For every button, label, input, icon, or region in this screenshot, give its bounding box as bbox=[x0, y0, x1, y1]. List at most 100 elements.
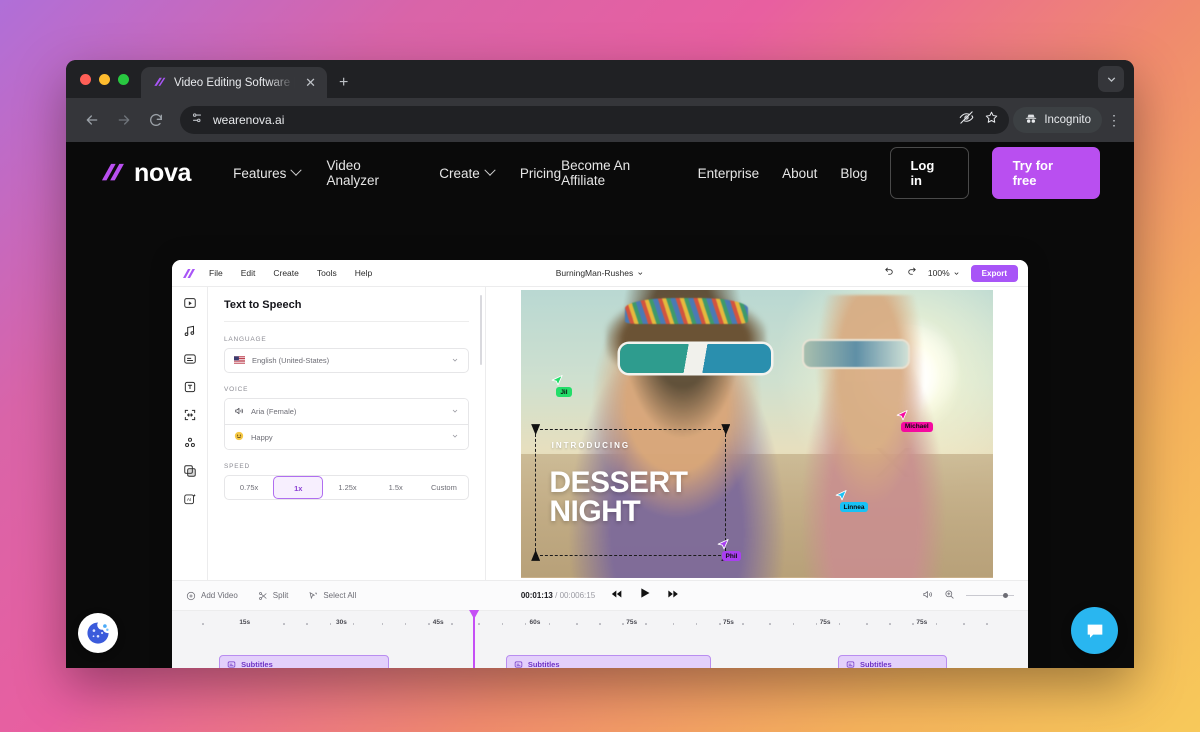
nav-link-create[interactable]: Create bbox=[439, 164, 496, 181]
text-icon[interactable] bbox=[182, 379, 197, 394]
timeline-clip[interactable]: Subtitles bbox=[505, 655, 712, 668]
add-video-button[interactable]: Add Video bbox=[186, 591, 238, 601]
zoom-level-dropdown[interactable]: 100% bbox=[928, 268, 960, 278]
select-all-label: Select All bbox=[323, 591, 357, 600]
us-flag-icon bbox=[234, 355, 245, 366]
login-button[interactable]: Log in bbox=[890, 147, 969, 199]
project-name-dropdown[interactable]: BurningMan-Rushes bbox=[556, 268, 644, 278]
voice-select[interactable]: Aria (Female) bbox=[225, 399, 468, 424]
timeline-clip[interactable]: Subtitles bbox=[837, 655, 947, 668]
editor-body: AI Text to Speech LANGUAGE English (Unit bbox=[172, 287, 1028, 580]
chat-support-button[interactable] bbox=[1071, 607, 1118, 654]
menu-file[interactable]: File bbox=[209, 268, 223, 278]
chevron-down-icon bbox=[290, 164, 303, 176]
chevron-down-icon[interactable] bbox=[1098, 66, 1124, 92]
magnifier-plus-icon[interactable] bbox=[944, 587, 955, 605]
ruler-label: 15s bbox=[239, 619, 251, 626]
ai-icon[interactable]: AI bbox=[182, 491, 197, 506]
kebab-menu-icon[interactable]: ⋮ bbox=[1106, 112, 1122, 129]
collab-cursor-linnea: Linnea bbox=[833, 488, 869, 513]
nav-link-features[interactable]: Features bbox=[233, 164, 303, 181]
site-content: nova Features Video Analyzer Create Pric… bbox=[66, 142, 1134, 668]
menu-tools[interactable]: Tools bbox=[317, 268, 337, 278]
tune-icon[interactable] bbox=[190, 111, 204, 130]
ruler-label: 45s bbox=[432, 619, 444, 626]
subtitles-icon[interactable] bbox=[182, 351, 197, 366]
brand[interactable]: nova bbox=[100, 159, 191, 188]
nav-link-about[interactable]: About bbox=[782, 166, 817, 181]
rewind-icon[interactable] bbox=[611, 587, 623, 605]
play-icon[interactable] bbox=[638, 586, 652, 605]
transform-icon[interactable] bbox=[182, 407, 197, 422]
split-button[interactable]: Split bbox=[258, 591, 288, 601]
subtitles-track[interactable]: Subtitles Subtitles Subtitles bbox=[172, 655, 1028, 668]
select-all-button[interactable]: Select All bbox=[308, 591, 356, 601]
redo-icon[interactable] bbox=[906, 264, 917, 282]
arrow-right-icon[interactable] bbox=[110, 106, 138, 134]
menu-help[interactable]: Help bbox=[355, 268, 372, 278]
panel-scrollbar[interactable] bbox=[479, 295, 482, 365]
reload-icon[interactable] bbox=[142, 106, 170, 134]
menu-create[interactable]: Create bbox=[273, 268, 299, 278]
divider bbox=[224, 321, 469, 322]
editor-app-mock: File Edit Create Tools Help BurningMan-R… bbox=[172, 260, 1028, 668]
plus-icon[interactable]: + bbox=[339, 75, 348, 91]
language-select[interactable]: English (United-States) bbox=[224, 348, 469, 373]
speed-option-1x[interactable]: 1x bbox=[273, 476, 324, 499]
eye-off-icon[interactable] bbox=[959, 110, 974, 130]
arrow-left-icon[interactable] bbox=[78, 106, 106, 134]
nav-link-label: Video Analyzer bbox=[326, 158, 379, 188]
url-bar[interactable]: wearenova.ai bbox=[180, 106, 1010, 134]
secondary-nav: Become An Affiliate Enterprise About Blo… bbox=[561, 147, 1100, 199]
ruler-label: 75s bbox=[916, 619, 928, 626]
panel-title: Text to Speech bbox=[224, 299, 302, 311]
ruler-label: 60s bbox=[529, 619, 541, 626]
video-canvas[interactable]: INTRODUCING DESSERT NIGHT Jil Michael Li… bbox=[521, 289, 993, 578]
nav-link-enterprise[interactable]: Enterprise bbox=[698, 166, 760, 181]
try-for-free-button[interactable]: Try for free bbox=[991, 147, 1100, 199]
add-video-label: Add Video bbox=[201, 591, 238, 600]
browser-tab[interactable]: Video Editing Software | Simp ✕ bbox=[141, 67, 327, 98]
timeline-zoom-slider[interactable] bbox=[966, 592, 1014, 599]
nova-logo-icon bbox=[152, 76, 166, 90]
person-left-sunglasses bbox=[620, 344, 772, 374]
cookie-icon bbox=[87, 622, 109, 644]
minimize-window-button[interactable] bbox=[99, 73, 110, 85]
nav-link-pricing[interactable]: Pricing bbox=[520, 166, 561, 181]
speed-option-15x[interactable]: 1.5x bbox=[372, 476, 420, 499]
timeline-ruler[interactable]: 15s 30s 45s 60s 75s 75s 75s 75s bbox=[172, 611, 1028, 639]
music-icon[interactable] bbox=[182, 323, 197, 338]
nav-link-affiliate[interactable]: Become An Affiliate bbox=[561, 158, 675, 188]
collab-cursor-phil: Phil bbox=[715, 537, 742, 562]
timeline-clip[interactable]: Subtitles bbox=[219, 655, 389, 668]
speed-option-075x[interactable]: 0.75x bbox=[225, 476, 273, 499]
chevron-down-icon bbox=[484, 164, 496, 176]
total-time: 00:006:15 bbox=[559, 591, 596, 600]
timeline-playhead[interactable] bbox=[473, 611, 475, 668]
nav-link-video-analyzer[interactable]: Video Analyzer bbox=[326, 158, 413, 188]
maximize-window-button[interactable] bbox=[118, 73, 129, 85]
overlay-icon[interactable] bbox=[182, 463, 197, 478]
timeline-zoom-knob[interactable] bbox=[1002, 592, 1008, 599]
export-button[interactable]: Export bbox=[970, 264, 1018, 282]
fast-forward-icon[interactable] bbox=[667, 587, 679, 605]
speed-label: SPEED bbox=[224, 463, 251, 470]
speaker-icon[interactable] bbox=[922, 587, 933, 605]
close-window-button[interactable] bbox=[80, 73, 91, 85]
menu-edit[interactable]: Edit bbox=[241, 268, 256, 278]
playback-bar: Add Video Split Select All 00:01:13 / 00… bbox=[172, 580, 1028, 610]
overlay-title-line2: NIGHT bbox=[549, 495, 641, 529]
undo-icon[interactable] bbox=[884, 264, 895, 282]
close-icon[interactable]: ✕ bbox=[303, 74, 318, 91]
nav-link-blog[interactable]: Blog bbox=[840, 166, 867, 181]
speed-option-125x[interactable]: 1.25x bbox=[323, 476, 371, 499]
window-traffic-lights[interactable] bbox=[76, 60, 141, 98]
speed-option-custom[interactable]: Custom bbox=[420, 476, 468, 499]
timeline[interactable]: 15s 30s 45s 60s 75s 75s 75s 75s Subtitle… bbox=[172, 610, 1028, 668]
cookie-consent-button[interactable] bbox=[78, 613, 118, 653]
emotion-select[interactable]: Happy bbox=[225, 424, 468, 449]
star-icon[interactable] bbox=[984, 110, 999, 130]
elements-icon[interactable] bbox=[182, 435, 197, 450]
incognito-indicator[interactable]: Incognito bbox=[1013, 107, 1102, 133]
video-icon[interactable] bbox=[182, 295, 197, 310]
